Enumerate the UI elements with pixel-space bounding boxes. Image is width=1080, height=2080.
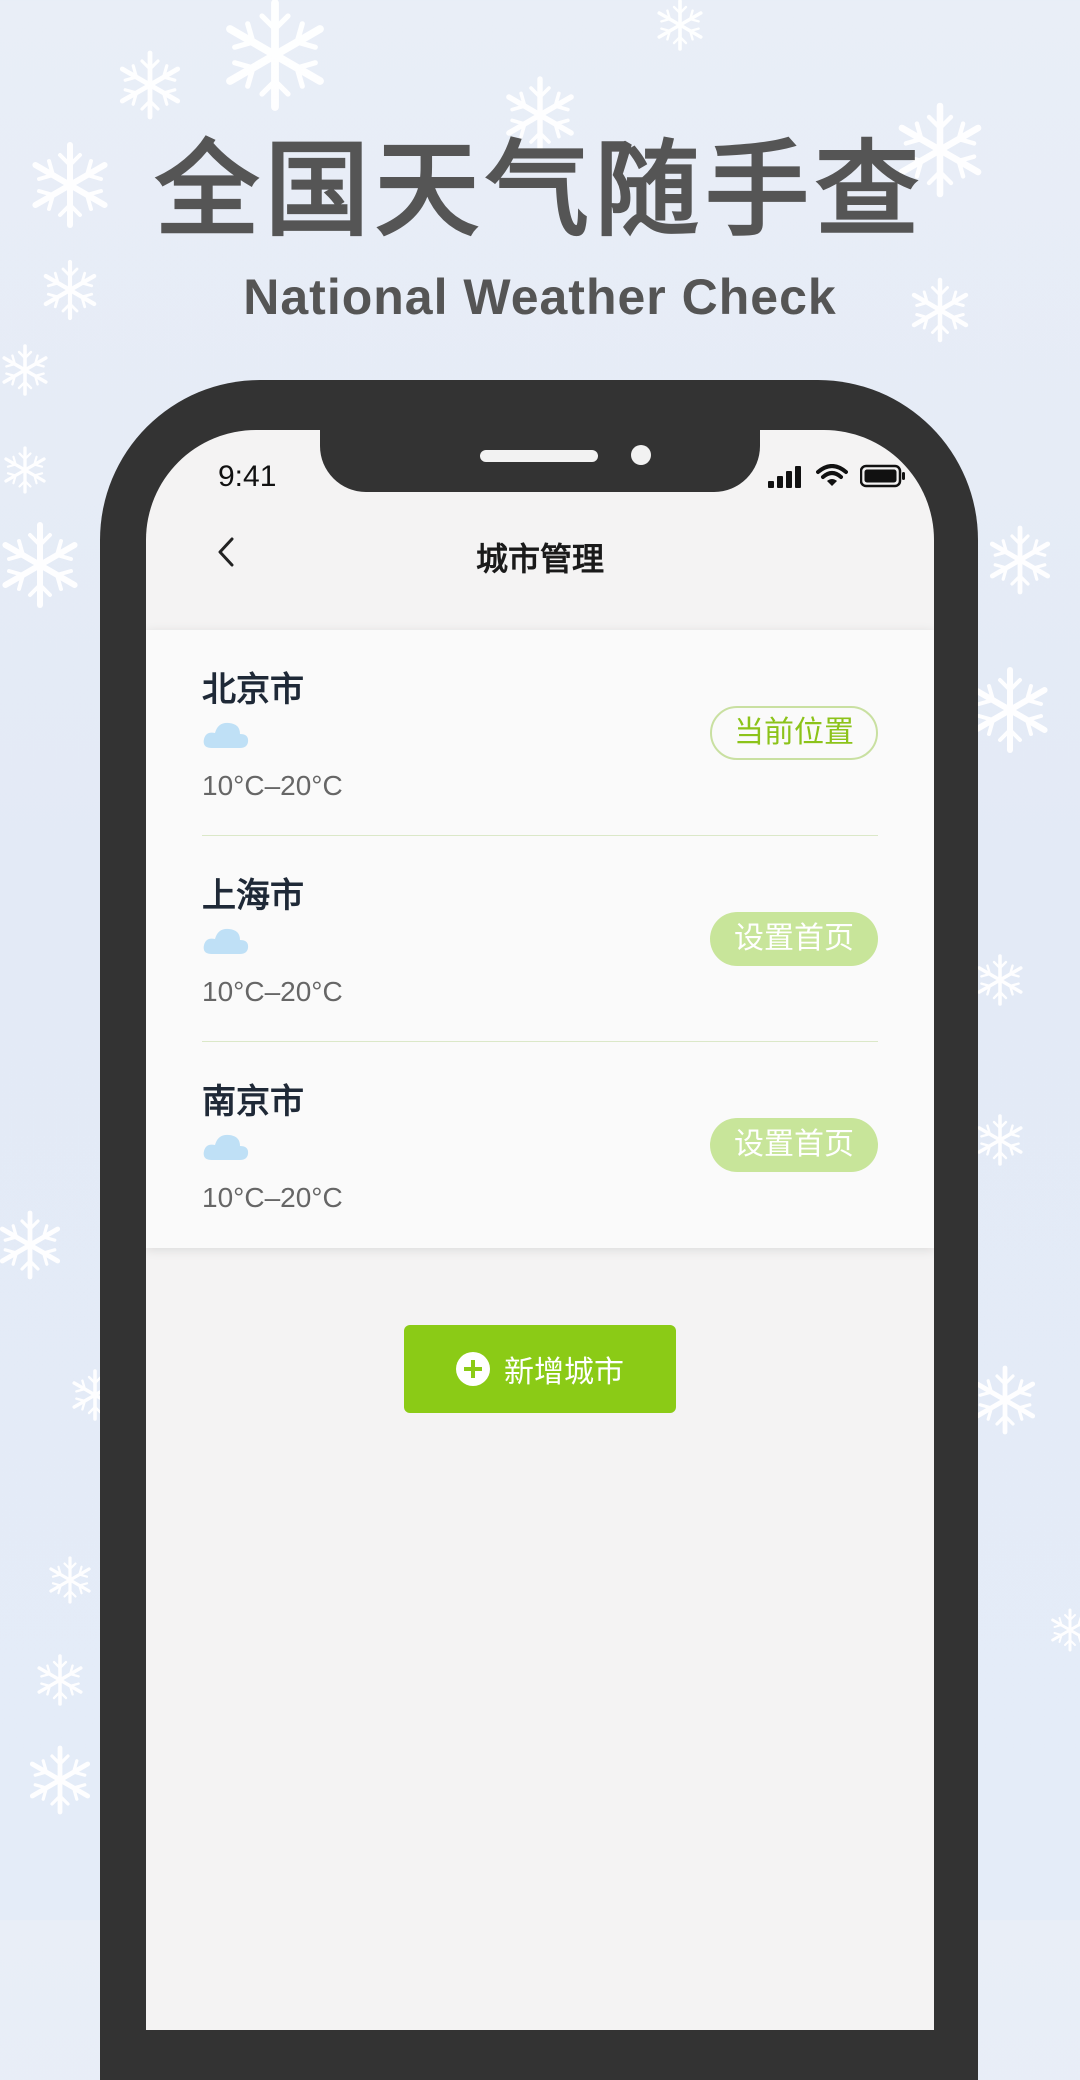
city-row[interactable]: 上海市 10°C–20°C 设置首页 — [202, 836, 878, 1042]
battery-icon — [860, 464, 905, 488]
city-row[interactable]: 北京市 10°C–20°C 当前位置 — [202, 630, 878, 836]
temperature-range: 10°C–20°C — [202, 976, 343, 1007]
city-row[interactable]: 南京市 10°C–20°C 设置首页 — [202, 1042, 878, 1248]
city-name: 南京市 — [202, 1082, 304, 1122]
cloud-icon — [203, 1134, 249, 1160]
phone-screen: 9:41 城市管理 北京市 10°C–20°C 当前位置 上海市 10°C–20… — [146, 430, 934, 2030]
current-location-badge[interactable]: 当前位置 — [710, 706, 878, 760]
temperature-range: 10°C–20°C — [202, 1182, 343, 1213]
promo-subheadline: National Weather Check — [243, 269, 837, 325]
cloud-icon — [203, 928, 249, 954]
status-icons — [768, 464, 906, 488]
speaker-grille — [480, 450, 598, 462]
plus-circle-icon — [456, 1352, 490, 1386]
set-home-button[interactable]: 设置首页 — [710, 912, 878, 966]
phone-notch — [320, 430, 760, 492]
wifi-icon — [816, 464, 848, 486]
add-city-button[interactable]: 新增城市 — [404, 1325, 676, 1413]
status-time: 9:41 — [218, 460, 277, 493]
temperature-range: 10°C–20°C — [202, 770, 343, 801]
promo-headline: 全国天气随手查 — [154, 129, 925, 251]
page-title: 城市管理 — [475, 540, 604, 578]
signal-icon — [768, 466, 801, 488]
city-list: 北京市 10°C–20°C 当前位置 上海市 10°C–20°C 设置首页 南京… — [146, 630, 934, 1248]
cloud-icon — [203, 722, 249, 748]
city-name: 北京市 — [202, 670, 304, 710]
city-name: 上海市 — [202, 876, 304, 916]
front-camera — [631, 445, 651, 465]
set-home-button[interactable]: 设置首页 — [710, 1118, 878, 1172]
add-city-label: 新增城市 — [504, 1355, 624, 1390]
